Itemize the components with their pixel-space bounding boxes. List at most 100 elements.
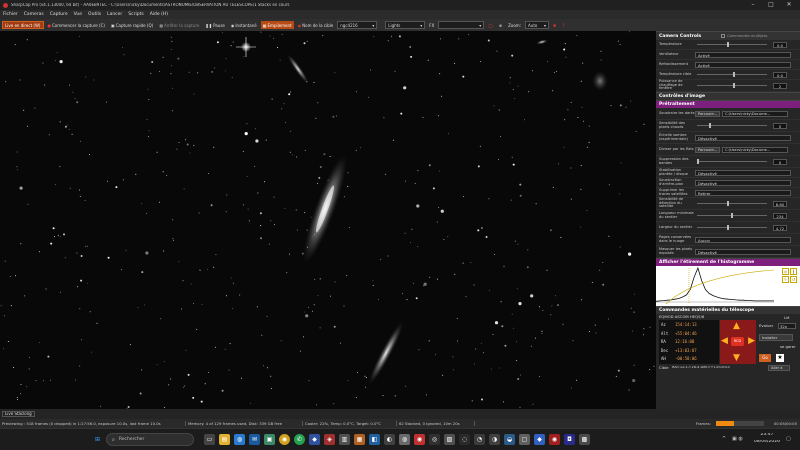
bands-value[interactable]: 0 <box>773 158 787 165</box>
live-image-view[interactable] <box>0 31 656 409</box>
goto-button[interactable]: Aller à <box>768 365 790 371</box>
arrow-up-icon[interactable]: ▲ <box>733 321 740 331</box>
app-icon-6[interactable]: ◐ <box>384 434 395 445</box>
app-icon-11[interactable]: ◌ <box>459 434 470 445</box>
darks-path-select[interactable]: C:\Users\nicky\Docume... <box>722 110 789 117</box>
notification-icon[interactable]: ▢ <box>786 436 791 442</box>
task-view-icon[interactable]: ▭ <box>204 434 215 445</box>
app-icon-18[interactable]: ▩ <box>579 434 590 445</box>
stop-capture-button[interactable]: ■ Arrêter la capture <box>157 21 201 29</box>
image-controls-header[interactable]: Contrôles d'image <box>656 92 800 100</box>
planetary-select[interactable]: Désactivé <box>695 169 791 176</box>
bands-slider[interactable] <box>697 159 767 164</box>
frame-type-select[interactable]: Lights ▾ <box>385 21 426 29</box>
mask-select[interactable]: Désactivé <box>695 248 791 255</box>
reticle-button[interactable]: ◯ <box>486 21 494 29</box>
file-explorer-icon[interactable]: ▤ <box>219 434 230 445</box>
pause-button[interactable]: ❚❚ Pause <box>203 21 226 29</box>
fx-select[interactable]: ▾ <box>438 21 485 29</box>
stacking-button[interactable]: ▦ Empilement <box>260 21 294 29</box>
menu-capture[interactable]: Capture <box>50 12 68 17</box>
heater-value[interactable]: 2 <box>773 82 787 89</box>
min-length-slider[interactable] <box>697 213 767 218</box>
width-value[interactable]: 4.72 <box>773 224 787 231</box>
dark-scale-select[interactable]: Désactivé <box>695 134 791 141</box>
windows-start-icon[interactable]: ⊞ <box>92 434 103 445</box>
pause-icon[interactable]: ‖ <box>790 268 797 275</box>
tray-chevron-icon[interactable]: ^ <box>722 436 726 442</box>
taskbar-search[interactable]: ⌕ Rechercher <box>106 433 194 446</box>
arrow-down-icon[interactable]: ▼ <box>733 353 740 363</box>
minimize-button[interactable]: – <box>746 0 760 10</box>
heater-slider[interactable] <box>697 83 767 88</box>
star-icon[interactable]: ★ <box>776 354 784 362</box>
app-icon-15[interactable]: ▢ <box>519 434 530 445</box>
browser-icon[interactable]: ◍ <box>234 434 245 445</box>
background-select[interactable]: Désactivé <box>695 179 791 186</box>
hot-pixels-slider[interactable] <box>697 123 767 128</box>
eye-icon[interactable]: ◎ <box>782 268 789 275</box>
zoom-icon-button[interactable]: ⊕ <box>497 21 504 29</box>
maximize-button[interactable]: □ <box>764 0 778 10</box>
hot-pixels-value[interactable]: 5 <box>773 122 787 129</box>
snapshot-button[interactable]: ◉ Instantané <box>229 21 259 29</box>
satellite-select[interactable]: Retirer <box>695 189 791 196</box>
menu-outils[interactable]: Outils <box>88 12 101 17</box>
clock-time[interactable]: 23:47 <box>752 433 782 438</box>
lightning-icon[interactable]: ϟ <box>782 276 789 283</box>
stop-slew-button[interactable]: RCD <box>731 337 744 346</box>
histogram-plot[interactable] <box>656 266 775 306</box>
live-button[interactable]: Live en direct (W) <box>2 21 44 29</box>
app-icon-10[interactable]: ▧ <box>444 434 455 445</box>
app-icon-16[interactable]: ◆ <box>534 434 545 445</box>
tray-icons[interactable]: ▣ ◍ <box>732 436 743 442</box>
app-icon-9[interactable]: ◎ <box>429 434 440 445</box>
live-stacking-tab[interactable]: Live Stacking <box>2 411 35 418</box>
app-icon-13[interactable]: ◑ <box>489 434 500 445</box>
sensitivity-slider[interactable] <box>697 201 767 206</box>
menu-fichier[interactable]: Fichier <box>3 12 18 17</box>
app-icon-3[interactable]: ▥ <box>339 434 350 445</box>
app-icon-2[interactable]: ◈ <box>324 434 335 445</box>
rate-select[interactable]: 32x <box>778 323 796 329</box>
clock-date[interactable]: 08/04/2026 <box>752 440 782 445</box>
start-capture-button[interactable]: ● Commencer la capture (C) <box>46 21 107 29</box>
target-temp-value[interactable]: 0.0 <box>773 71 787 78</box>
cooling-select[interactable]: Activé <box>695 61 791 68</box>
flats-path-select[interactable]: C:\Users\nicky\Docume... <box>722 146 789 153</box>
menu-lancer[interactable]: Lancer <box>107 12 122 17</box>
arrow-right-icon[interactable]: ▶ <box>748 336 755 346</box>
menu-aide[interactable]: Aide (H) <box>150 12 168 17</box>
pages-select[interactable]: Aucun <box>695 236 791 243</box>
quick-capture-button[interactable]: ▣ Capture rapide (Q) <box>109 21 155 29</box>
width-slider[interactable] <box>697 225 767 230</box>
app-icon-17[interactable]: ◘ <box>564 434 575 445</box>
app-icon-12[interactable]: ◔ <box>474 434 485 445</box>
histogram-header[interactable]: Afficher l'étirement de l'histogramme <box>656 258 800 266</box>
multi-controls-checkbox[interactable] <box>721 34 726 38</box>
sensitivity-value[interactable]: 8.60 <box>773 200 787 207</box>
installer-button[interactable]: Installer <box>759 334 793 341</box>
sharpcap-icon[interactable]: ◉ <box>549 434 560 445</box>
min-length-value[interactable]: 234 <box>773 212 787 219</box>
darks-browse-button[interactable]: Parcourir... <box>695 110 721 117</box>
camera-controls-header[interactable]: Camera Controls Commandes multiples <box>656 31 800 40</box>
reset-icon[interactable]: ↺ <box>790 276 797 283</box>
target-temp-slider[interactable] <box>697 72 767 77</box>
go-button[interactable]: Go <box>759 354 771 362</box>
chrome-icon[interactable]: ◉ <box>279 434 290 445</box>
flats-browse-button[interactable]: Parcourir... <box>695 146 721 153</box>
menu-scripts[interactable]: Scripts <box>128 12 143 17</box>
goto-target-coords[interactable]: RA=12:17:16.4 Dec=+13:00:03 <box>672 366 758 370</box>
app-icon-4[interactable]: ▦ <box>354 434 365 445</box>
app-icon-14[interactable]: ◒ <box>504 434 515 445</box>
preprocessing-header[interactable]: Prétraitement <box>656 100 800 108</box>
menu-vue[interactable]: Vue <box>74 12 82 17</box>
help-icon[interactable]: ? <box>560 21 566 29</box>
mail-icon[interactable]: ✉ <box>249 434 260 445</box>
ventilateur-select[interactable]: Activé <box>695 51 791 58</box>
app-icon-1[interactable]: ◆ <box>309 434 320 445</box>
app-icon-8[interactable]: ◉ <box>414 434 425 445</box>
whatsapp-icon[interactable]: ✆ <box>294 434 305 445</box>
telescope-header[interactable]: Commandes matérielles du télescope <box>656 306 800 314</box>
